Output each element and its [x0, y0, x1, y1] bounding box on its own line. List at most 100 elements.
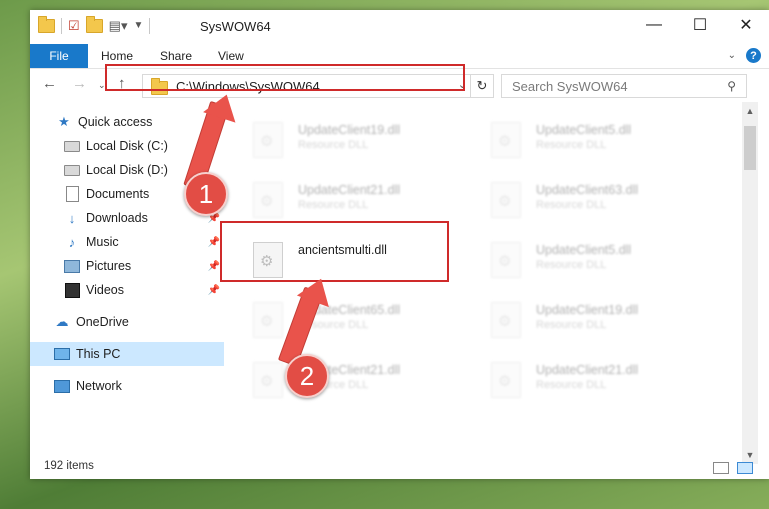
network-icon	[54, 378, 70, 394]
file-item[interactable]: UpdateClient19.dll Resource DLL	[225, 112, 455, 162]
dll-file-icon	[491, 182, 521, 218]
sidebar-item-label: Music	[86, 235, 119, 249]
sidebar-item-label: Downloads	[86, 211, 148, 225]
pin-icon[interactable]: 📌	[208, 237, 220, 248]
new-folder-icon[interactable]	[85, 16, 103, 33]
file-name: UpdateClient21.dll	[298, 183, 401, 197]
dll-file-icon	[491, 362, 521, 398]
details-view-icon[interactable]	[713, 462, 729, 474]
properties-icon[interactable]: ☑	[68, 19, 80, 33]
file-item[interactable]: UpdateClient21.dll Resource DLL	[463, 352, 693, 402]
customize-icon[interactable]: ▤▾	[109, 19, 128, 33]
maximize-button[interactable]: ☐	[677, 10, 723, 40]
file-name: UpdateClient5.dll	[536, 123, 632, 137]
sidebar-item-network[interactable]: Network	[30, 374, 224, 398]
forward-icon[interactable]: →	[72, 75, 87, 92]
file-item[interactable]: UpdateClient5.dll Resource DLL	[463, 232, 693, 282]
large-icons-view-icon[interactable]	[737, 462, 753, 474]
tab-home[interactable]: Home	[101, 44, 133, 68]
pin-icon[interactable]: 📌	[208, 261, 220, 272]
close-button[interactable]: ✕	[723, 10, 769, 40]
download-icon: ↓	[68, 210, 76, 226]
address-dropdown-icon[interactable]: ⌄	[458, 78, 467, 91]
navigation-row: ← → ⌄ ↑ C:\Windows\SysWOW64 ⌄ ↻ Search S…	[30, 69, 769, 101]
item-count: 192 items	[44, 460, 94, 472]
window-controls: — ☐ ✕	[631, 10, 769, 40]
file-item[interactable]: UpdateClient63.dll Resource DLL	[463, 172, 693, 222]
sidebar-item-pictures[interactable]: Pictures 📌	[30, 254, 224, 278]
file-name: ancientsmulti.dll	[298, 243, 387, 257]
sidebar-item-quick-access[interactable]: ★ Quick access	[30, 110, 224, 134]
pin-icon[interactable]: 📌	[208, 285, 220, 296]
address-path[interactable]: C:\Windows\SysWOW64	[176, 79, 320, 94]
sidebar-item-music[interactable]: ♪ Music 📌	[30, 230, 224, 254]
documents-icon	[64, 186, 80, 202]
sidebar-item-this-pc[interactable]: This PC	[30, 342, 224, 366]
search-box[interactable]: Search SysWOW64 ⚲	[501, 74, 747, 98]
file-item[interactable]: UpdateClient19.dll Resource DLL	[463, 292, 693, 342]
disk-icon	[64, 138, 80, 154]
file-name: UpdateClient21.dll	[536, 363, 639, 377]
explorer-window: ☑ ▤▾ ▼ SysWOW64 — ☐ ✕ File Home Share Vi…	[30, 10, 769, 479]
file-item[interactable]: UpdateClient65.dll Resource DLL	[225, 292, 455, 342]
dll-file-icon	[491, 242, 521, 278]
computer-icon	[54, 346, 70, 362]
star-icon: ★	[58, 114, 70, 129]
dll-file-icon	[253, 242, 283, 278]
dll-file-icon	[253, 362, 283, 398]
scroll-down-icon[interactable]: ▼	[742, 450, 758, 460]
dll-file-icon	[491, 122, 521, 158]
up-icon[interactable]: ↑	[118, 75, 126, 92]
sidebar-item-onedrive[interactable]: ☁ OneDrive	[30, 310, 224, 334]
status-bar: 192 items	[30, 460, 769, 479]
file-type: Resource DLL	[298, 139, 369, 151]
sidebar-item-label: Network	[76, 379, 122, 393]
step-badge-2: 2	[285, 354, 329, 398]
file-type: Resource DLL	[536, 139, 607, 151]
dll-file-icon	[253, 302, 283, 338]
file-name: UpdateClient19.dll	[536, 303, 639, 317]
sidebar-item-label: OneDrive	[76, 315, 129, 329]
file-type: Resource DLL	[536, 379, 607, 391]
scroll-thumb[interactable]	[744, 126, 756, 170]
title-bar: ☑ ▤▾ ▼ SysWOW64 — ☐ ✕	[30, 10, 769, 44]
tab-view[interactable]: View	[218, 44, 244, 68]
sidebar-item-label: Local Disk (D:)	[86, 163, 168, 177]
window-title: SysWOW64	[200, 19, 271, 34]
tab-file[interactable]: File	[30, 44, 88, 68]
sidebar-item-label: This PC	[76, 347, 121, 361]
file-name: UpdateClient63.dll	[536, 183, 639, 197]
separator	[149, 18, 151, 34]
folder-icon	[151, 77, 168, 95]
search-icon[interactable]: ⚲	[727, 79, 736, 93]
address-bar[interactable]: C:\Windows\SysWOW64 ⌄ ↻	[142, 74, 494, 98]
quick-access-toolbar: ☑ ▤▾ ▼	[38, 16, 151, 34]
dll-file-icon	[253, 122, 283, 158]
back-icon[interactable]: ←	[42, 75, 57, 92]
file-type: Resource DLL	[298, 199, 369, 211]
vertical-scrollbar[interactable]: ▲ ▼	[742, 102, 758, 464]
search-input[interactable]: Search SysWOW64	[512, 79, 727, 94]
step-badge-1: 1	[184, 172, 228, 216]
recent-dropdown-icon[interactable]: ⌄	[98, 80, 106, 91]
videos-icon	[64, 282, 80, 298]
disk-icon	[64, 162, 80, 178]
pictures-icon	[64, 258, 80, 274]
file-item[interactable]: UpdateClient21.dll Resource DLL	[225, 352, 455, 402]
file-name: UpdateClient5.dll	[536, 243, 632, 257]
dll-file-icon	[491, 302, 521, 338]
expand-ribbon-icon[interactable]: ⌄	[728, 50, 736, 61]
refresh-icon[interactable]: ↻	[470, 75, 493, 97]
file-item[interactable]: UpdateClient5.dll Resource DLL	[463, 112, 693, 162]
tab-share[interactable]: Share	[160, 44, 192, 68]
minimize-button[interactable]: —	[631, 10, 677, 40]
help-icon[interactable]: ?	[746, 48, 761, 63]
scroll-up-icon[interactable]: ▲	[742, 106, 758, 116]
file-item-highlighted[interactable]: ancientsmulti.dll	[225, 232, 455, 282]
sidebar-item-videos[interactable]: Videos 📌	[30, 278, 224, 302]
sidebar-item-label: Documents	[86, 187, 150, 201]
qat-dropdown-icon[interactable]: ▼	[133, 19, 143, 33]
file-item[interactable]: UpdateClient21.dll Resource DLL	[225, 172, 455, 222]
sidebar-item-label: Pictures	[86, 259, 132, 273]
ribbon-right: ⌄ ?	[728, 48, 761, 63]
